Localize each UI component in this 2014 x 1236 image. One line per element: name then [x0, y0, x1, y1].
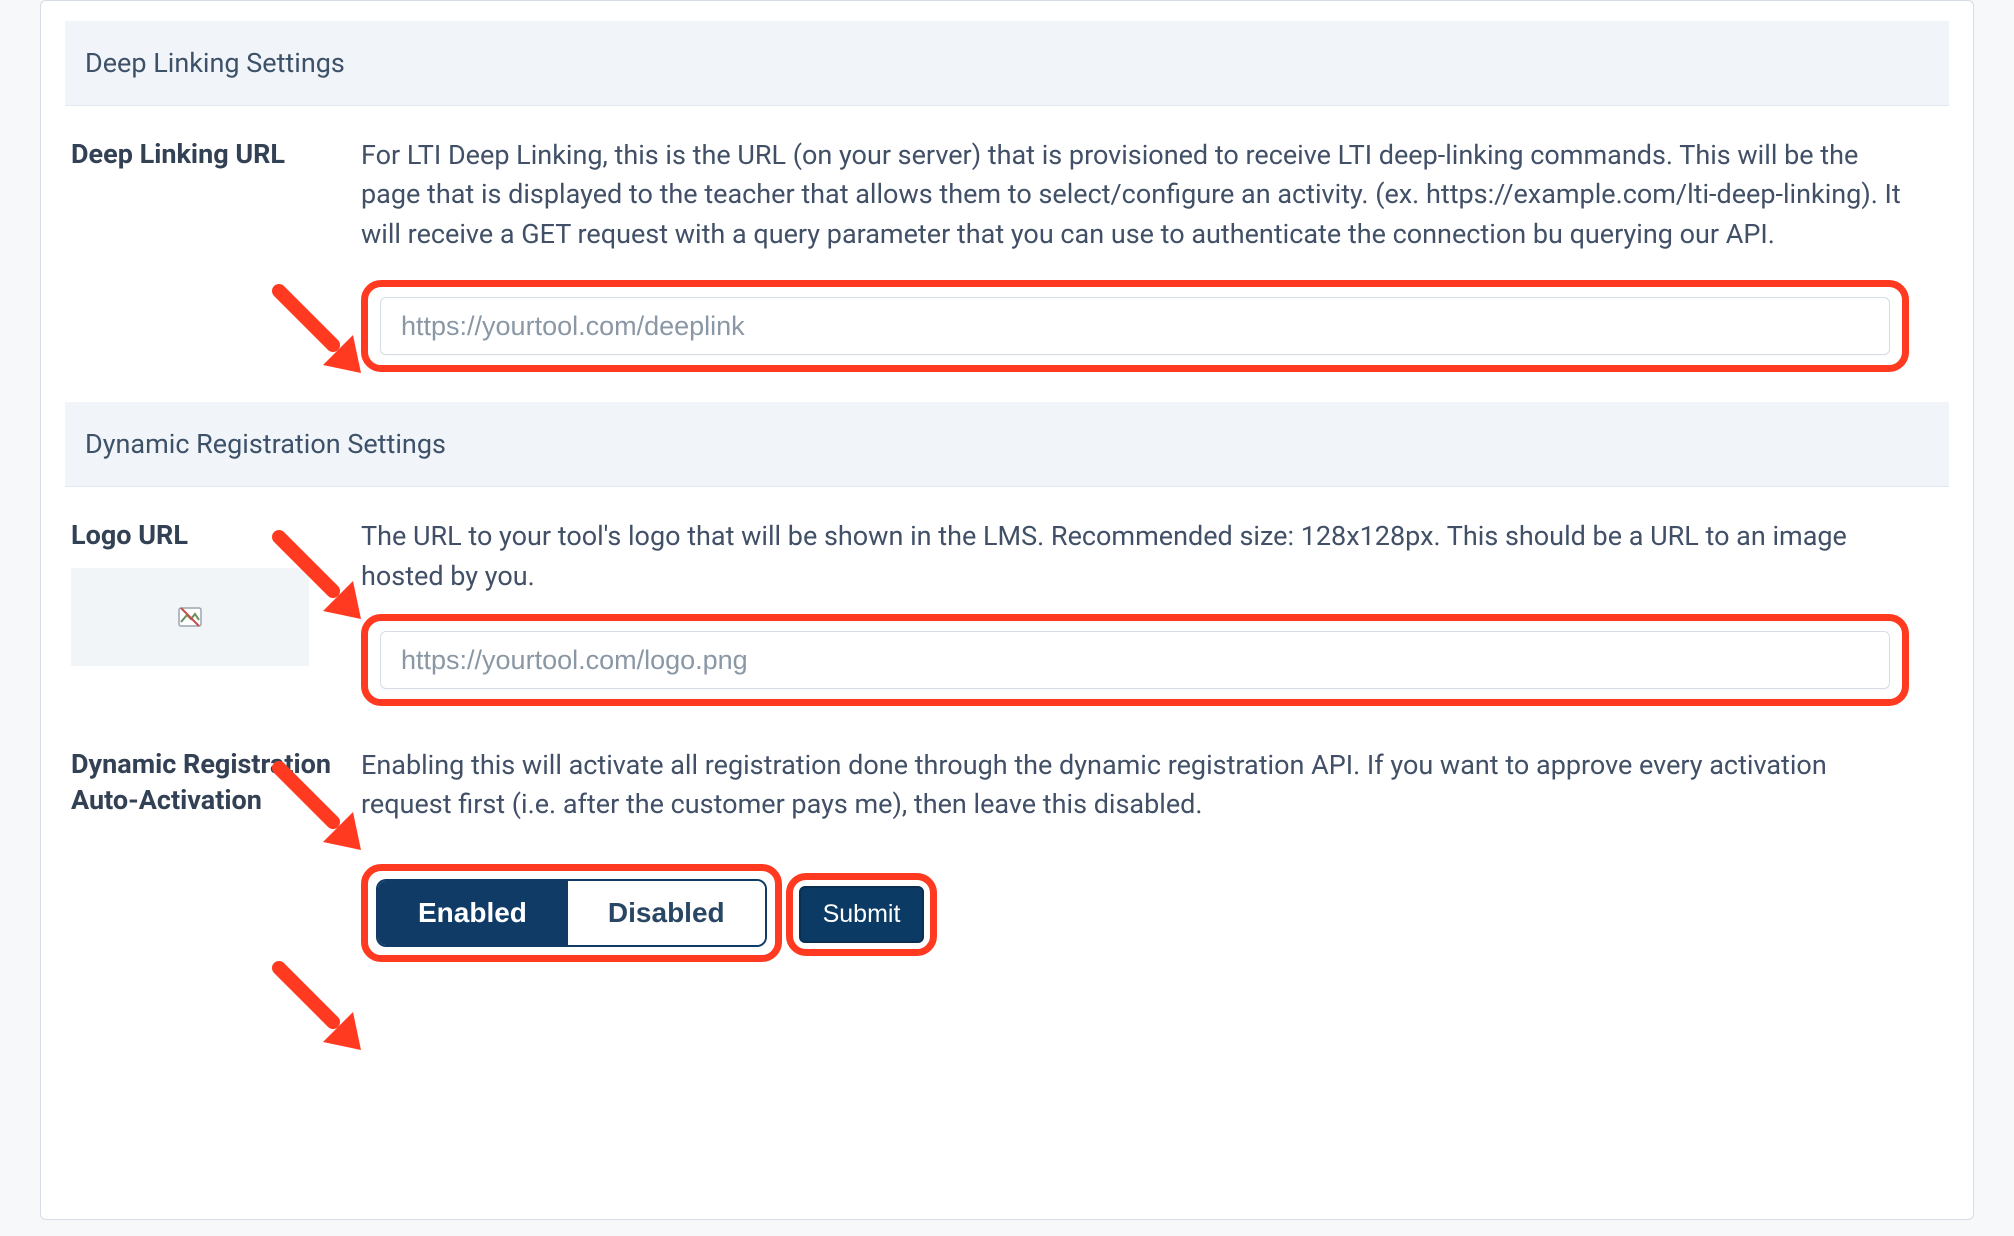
logo-url-input[interactable] — [380, 631, 1890, 689]
toggle-option-enabled[interactable]: Enabled — [378, 881, 567, 945]
desc-auto-activation: Enabling this will activate all registra… — [361, 746, 1921, 825]
highlight-logo-url — [361, 614, 1909, 706]
row-logo-url: Logo URL The URL to your tool's logo tha… — [41, 487, 1973, 706]
logo-preview — [71, 568, 309, 666]
section-header-dynamic-registration: Dynamic Registration Settings — [65, 402, 1949, 487]
deep-linking-url-input[interactable] — [380, 297, 1890, 355]
desc-deep-linking-url: For LTI Deep Linking, this is the URL (o… — [361, 136, 1921, 254]
desc-logo-url: The URL to your tool's logo that will be… — [361, 517, 1921, 596]
settings-card: Deep Linking Settings Deep Linking URL F… — [40, 0, 1974, 1220]
highlight-submit: Submit — [786, 873, 938, 956]
section-header-deep-linking: Deep Linking Settings — [65, 21, 1949, 106]
row-auto-activation: Dynamic Registration Auto-Activation Ena… — [41, 706, 1973, 962]
label-deep-linking-url: Deep Linking URL — [71, 136, 361, 172]
highlight-deep-linking-url — [361, 280, 1909, 372]
label-logo-url: Logo URL — [71, 517, 361, 553]
broken-image-icon — [178, 605, 202, 629]
annotation-arrow-icon — [269, 958, 379, 1068]
row-deep-linking-url: Deep Linking URL For LTI Deep Linking, t… — [41, 106, 1973, 372]
auto-activation-toggle: Enabled Disabled — [376, 879, 767, 947]
label-auto-activation: Dynamic Registration Auto-Activation — [71, 746, 361, 819]
highlight-auto-activation-toggle: Enabled Disabled — [361, 864, 782, 962]
submit-button[interactable]: Submit — [799, 886, 925, 943]
toggle-option-disabled[interactable]: Disabled — [567, 881, 765, 945]
